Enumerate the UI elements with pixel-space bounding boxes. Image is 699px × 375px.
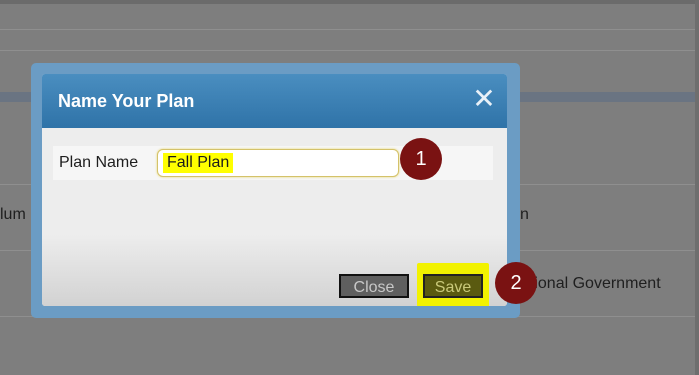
page-border [695, 0, 699, 375]
close-button[interactable]: Close [339, 274, 409, 298]
divider [0, 50, 699, 51]
step-badge-1: 1 [400, 138, 442, 180]
close-x-icon[interactable]: ✕ [471, 85, 497, 113]
divider [0, 29, 699, 30]
dialog-header: Name Your Plan ✕ [42, 74, 507, 128]
save-button[interactable]: Save [423, 274, 483, 298]
column-header-fragment: n [520, 206, 529, 223]
top-bar [0, 0, 699, 4]
name-plan-dialog: Name Your Plan ✕ Plan Name Fall Plan Clo… [42, 74, 507, 306]
plan-name-label: Plan Name [59, 154, 139, 171]
dialog-title: Name Your Plan [58, 91, 195, 111]
step-badge-2: 2 [495, 262, 537, 304]
table-cell-fragment: ational Government [521, 275, 661, 292]
plan-name-input[interactable]: Fall Plan [157, 149, 399, 177]
plan-name-value: Fall Plan [163, 153, 234, 173]
column-header-fragment: lum [0, 206, 26, 223]
